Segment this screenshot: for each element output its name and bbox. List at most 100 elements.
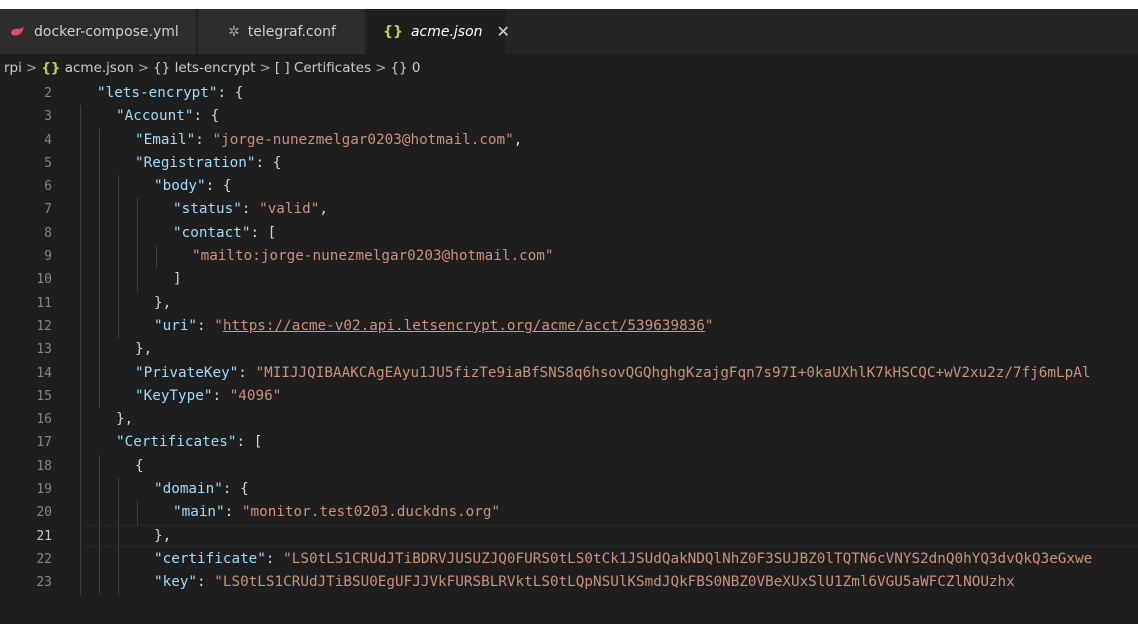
- code-line[interactable]: 21},: [0, 524, 1138, 548]
- current-line-highlight: [80, 524, 1138, 547]
- tab-label: docker-compose.yml: [34, 23, 179, 40]
- line-number: 22: [36, 551, 52, 567]
- tab-telegraf-conf[interactable]: ✲ telegraf.conf: [198, 9, 366, 54]
- close-icon[interactable]: ✕: [497, 22, 510, 41]
- code-line[interactable]: 3 "Account": {: [0, 105, 1138, 129]
- indent-guide: [80, 408, 81, 432]
- code-line[interactable]: 16},: [0, 408, 1138, 432]
- tab-acme-json[interactable]: {} acme.json ✕: [367, 9, 510, 54]
- line-number: 10: [36, 272, 52, 288]
- code-line[interactable]: 4 "Email": "jorge-nunezmelgar0203@hotmail…: [0, 128, 1138, 152]
- code-line[interactable]: 19 "domain": {: [0, 478, 1138, 502]
- code-line[interactable]: 23 "key": "LS0tLS1CRUdJTiBSU0EgUFJJVkFURS…: [0, 571, 1138, 595]
- indent-guide: [99, 338, 100, 362]
- line-number: 14: [36, 365, 52, 381]
- json-string: "monitor.test0203.duckdns.org": [241, 504, 501, 521]
- indent-guide: [137, 501, 138, 525]
- code-text: {: [135, 455, 144, 478]
- breadcrumb: rpi > {} acme.json > {} lets-encrypt > […: [0, 54, 1138, 81]
- json-punct: : {: [193, 108, 220, 125]
- tab-docker-compose[interactable]: docker-compose.yml: [0, 9, 197, 54]
- json-key: "Email": [135, 131, 196, 148]
- json-key: "status": [173, 201, 242, 218]
- code-text: },: [116, 408, 133, 431]
- indent-guide: [99, 501, 100, 525]
- indent-guide: [99, 361, 100, 385]
- code-line[interactable]: 10]: [0, 268, 1138, 292]
- breadcrumb-item-certificates[interactable]: Certificates: [294, 60, 371, 76]
- code-text: "contact": [: [173, 222, 276, 245]
- json-key: "key": [154, 574, 198, 591]
- code-line[interactable]: 14 "PrivateKey": "MIIJJQIBAAKCAgEAyu1JU5f…: [0, 361, 1138, 385]
- code-text: "PrivateKey": "MIIJJQIBAAKCAgEAyu1JU5fiz…: [135, 362, 1090, 385]
- breadcrumb-item-0[interactable]: 0: [412, 60, 421, 76]
- code-line[interactable]: 18 {: [0, 454, 1138, 479]
- json-punct: :: [197, 574, 215, 591]
- code-line[interactable]: 5 "Registration": {: [0, 151, 1138, 176]
- json-key: "certificate": [154, 550, 266, 567]
- indent-guide: [99, 245, 100, 269]
- chevron-right-icon: >: [137, 59, 150, 76]
- json-punct: :: [197, 317, 215, 334]
- json-string: "mailto:jorge-nunezmelgar0203@hotmail.co…: [192, 248, 554, 265]
- code-text: },: [154, 292, 171, 315]
- indent-guide: [80, 384, 81, 409]
- docker-icon: [10, 26, 26, 38]
- code-line[interactable]: 20 "main": "monitor.test0203.duckdns.org": [0, 501, 1138, 525]
- code-line[interactable]: 15 "KeyType": "4096": [0, 384, 1138, 409]
- code-line[interactable]: 6 "body": {: [0, 175, 1138, 199]
- indent-guide: [99, 221, 100, 246]
- code-line[interactable]: 9 "mailto:jorge-nunezmelgar0203@hotmail.c…: [0, 245, 1138, 269]
- indent-guide: [99, 198, 100, 222]
- indent-guide: [99, 384, 100, 409]
- code-line[interactable]: 7 "status": "valid",: [0, 198, 1138, 222]
- indent-guide: [118, 478, 119, 502]
- json-punct: :: [224, 504, 242, 521]
- json-string: ": [704, 317, 714, 334]
- json-key: "Certificates": [116, 434, 237, 451]
- code-line[interactable]: 8 "contact": [: [0, 221, 1138, 246]
- chevron-right-icon: >: [25, 59, 38, 76]
- code-text: "Registration": {: [135, 152, 281, 175]
- json-punct: ,: [513, 131, 523, 148]
- line-number: 18: [36, 458, 52, 474]
- json-string: "4096": [229, 387, 282, 404]
- code-text: "mailto:jorge-nunezmelgar0203@hotmail.co…: [192, 245, 554, 268]
- code-line[interactable]: 17 "Certificates": [: [0, 431, 1138, 455]
- code-line[interactable]: 12 "uri": "https://acme-v02.api.letsencry…: [0, 314, 1138, 339]
- indent-guide: [99, 175, 100, 199]
- indent-guide: [99, 547, 100, 572]
- line-number: 3: [44, 109, 52, 125]
- json-link[interactable]: https://acme-v02.api.letsencrypt.org/acm…: [223, 318, 705, 334]
- line-number: 11: [36, 295, 52, 311]
- code-text: "uri": "https://acme-v02.api.letsencrypt…: [154, 315, 714, 338]
- indent-guide: [99, 268, 100, 292]
- indent-guide: [99, 478, 100, 502]
- code-line[interactable]: 2 "lets-encrypt": {: [0, 82, 1138, 105]
- editor-window: docker-compose.yml ✲ telegraf.conf {} ac…: [0, 9, 1138, 624]
- indent-guide: [137, 198, 138, 222]
- json-punct: },: [116, 411, 134, 428]
- json-braces-icon: {}: [41, 59, 61, 76]
- json-key: "PrivateKey": [135, 364, 239, 381]
- indent-guide: [80, 291, 81, 315]
- json-key: "domain": [154, 481, 223, 498]
- json-key: "KeyType": [135, 387, 213, 404]
- indent-guide: [118, 245, 119, 269]
- code-line[interactable]: 11},: [0, 291, 1138, 315]
- indent-guide: [99, 571, 100, 595]
- tab-label: telegraf.conf: [247, 23, 336, 40]
- breadcrumb-item-acme-json[interactable]: acme.json: [65, 60, 134, 76]
- code-line[interactable]: 13},: [0, 338, 1138, 362]
- json-punct: : {: [222, 481, 249, 498]
- code-text: "certificate": "LS0tLS1CRUdJTiBDRVJUSUZJ…: [154, 548, 1092, 571]
- indent-guide: [80, 338, 81, 362]
- code-area[interactable]: 2 "lets-encrypt": { 3 "Account": {4 "Email":…: [0, 82, 1138, 595]
- tab-bar: docker-compose.yml ✲ telegraf.conf {} ac…: [0, 9, 1138, 54]
- code-text: "Email": "jorge-nunezmelgar0203@hotmail.…: [135, 129, 522, 152]
- code-text: "Account": {: [116, 105, 219, 128]
- breadcrumb-item-rpi[interactable]: rpi: [4, 60, 22, 76]
- breadcrumb-item-lets-encrypt[interactable]: lets-encrypt: [175, 60, 256, 76]
- indent-guide: [80, 314, 81, 339]
- code-line[interactable]: 22 "certificate": "LS0tLS1CRUdJTiBDRVJUSU…: [0, 547, 1138, 572]
